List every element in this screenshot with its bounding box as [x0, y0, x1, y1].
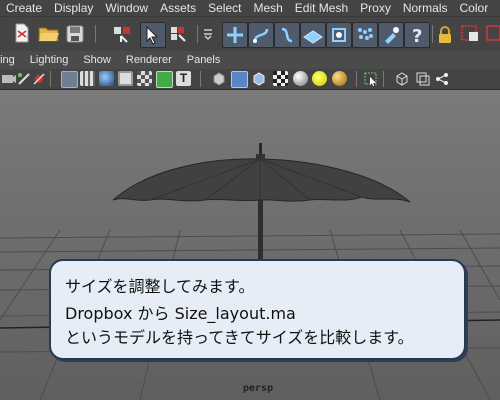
display-cube-icon[interactable]	[394, 71, 410, 87]
textured-icon[interactable]	[137, 71, 152, 86]
tutorial-callout: サイズを調整してみます。 Dropbox から Size_layout.ma と…	[49, 259, 466, 360]
camera-attributes-icon[interactable]	[17, 72, 31, 86]
use-all-lights-icon[interactable]	[156, 71, 173, 88]
status-line-toolbar: ?	[0, 16, 500, 52]
main-menu-bar: Create Display Window Assets Select Mesh…	[0, 0, 500, 16]
panel-menu-panels[interactable]: Panels	[179, 54, 228, 66]
snap-to-curve-icon[interactable]	[248, 22, 274, 48]
menu-display[interactable]: Display	[48, 0, 99, 16]
open-scene-icon[interactable]	[38, 25, 60, 43]
menu-proxy[interactable]: Proxy	[354, 0, 397, 16]
snap-to-grid-icon[interactable]	[222, 22, 248, 48]
save-scene-icon[interactable]	[66, 25, 84, 43]
smooth-shade-icon[interactable]	[99, 71, 114, 86]
bounding-box-icon[interactable]	[118, 71, 133, 86]
umbrella-model	[112, 143, 411, 260]
snap-to-point-icon[interactable]	[274, 22, 300, 48]
help-icon[interactable]: ?	[404, 22, 430, 48]
select-by-hierarchy-icon[interactable]	[113, 26, 133, 44]
ambient-occlusion-icon[interactable]	[332, 71, 347, 86]
snap-to-surface-icon[interactable]	[326, 22, 352, 48]
panel-menu-bar: ding Lighting Show Renderer Panels	[0, 51, 500, 69]
bookmark-icon[interactable]	[32, 72, 46, 86]
callout-line-1: サイズを調整してみます。	[65, 277, 255, 296]
shelf-divider	[95, 25, 96, 43]
paint-effects-icon[interactable]	[378, 22, 404, 48]
panel-menu-renderer[interactable]: Renderer	[118, 54, 179, 66]
callout-line-3: というモデルを持ってきてサイズを比較します。	[65, 328, 414, 347]
shelf-divider	[432, 25, 433, 43]
menu-assets[interactable]: Assets	[154, 0, 202, 16]
component-cube-icon[interactable]	[415, 71, 431, 87]
svg-text:?: ?	[412, 26, 422, 47]
new-scene-icon[interactable]	[14, 23, 30, 43]
select-component-icon[interactable]	[170, 26, 190, 44]
snap-menu-icon[interactable]	[203, 28, 213, 40]
menu-cr[interactable]: Cr	[494, 0, 500, 16]
menu-create[interactable]: Create	[0, 0, 48, 16]
render-region-icon[interactable]	[461, 25, 481, 43]
shadow-light-icon[interactable]	[312, 71, 327, 86]
toolbar-divider	[356, 71, 357, 87]
isolate-select-icon[interactable]	[211, 71, 227, 87]
share-nodes-icon[interactable]	[434, 71, 450, 87]
panel-menu-lighting[interactable]: Lighting	[22, 54, 76, 66]
lock-icon[interactable]	[438, 26, 452, 44]
toolbar-divider	[383, 71, 384, 87]
menu-edit-mesh[interactable]: Edit Mesh	[289, 0, 354, 16]
grid-icon[interactable]	[80, 71, 95, 86]
snap-to-plane-icon[interactable]	[300, 22, 326, 48]
ipr-render-icon[interactable]	[486, 25, 500, 43]
make-live-icon[interactable]	[352, 22, 378, 48]
menu-normals[interactable]: Normals	[397, 0, 454, 16]
toolbar-divider	[50, 71, 51, 87]
wireframe-icon[interactable]	[61, 71, 78, 88]
hud-text-icon[interactable]: T	[176, 71, 191, 86]
camera-icon[interactable]	[1, 72, 17, 86]
toolbar-divider	[200, 71, 201, 87]
x-ray-icon[interactable]	[251, 71, 267, 87]
checker-icon[interactable]	[273, 71, 288, 86]
menu-color[interactable]: Color	[454, 0, 495, 16]
menu-window[interactable]: Window	[99, 0, 154, 16]
camera-name-label: persp	[243, 383, 274, 394]
default-material-icon[interactable]	[293, 71, 308, 86]
menu-mesh[interactable]: Mesh	[247, 0, 288, 16]
panel-menu-show[interactable]: Show	[75, 54, 118, 66]
menu-select[interactable]: Select	[202, 0, 247, 16]
panel-menu-shading[interactable]: ding	[0, 54, 22, 66]
select-object-icon[interactable]	[140, 22, 166, 48]
callout-line-2: Dropbox から Size_layout.ma	[65, 304, 296, 323]
panel-toolbar: T	[0, 69, 500, 90]
shaded-cube-icon[interactable]	[231, 71, 248, 88]
shelf-divider	[197, 25, 198, 43]
select-tool-icon[interactable]	[363, 71, 379, 87]
